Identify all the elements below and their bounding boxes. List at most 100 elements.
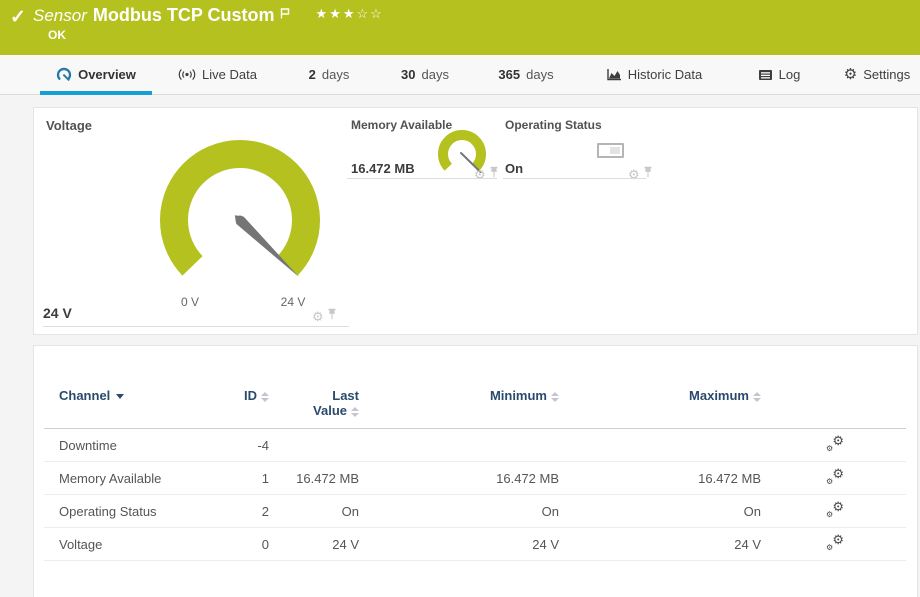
tab-log-label: Log — [779, 67, 801, 82]
channel-maximum: 24 V — [559, 528, 761, 561]
memory-block-underline — [347, 178, 497, 179]
table-row-memory-available[interactable]: Memory Available 1 16.472 MB 16.472 MB 1… — [44, 462, 906, 495]
tab-settings[interactable]: ⚙ Settings — [841, 55, 913, 94]
sensor-title-row: Sensor Modbus TCP Custom ★★★☆☆ — [33, 5, 384, 26]
voltage-gauge-title: Voltage — [46, 118, 92, 133]
channel-table: Channel ID LastValue Minimum Maximum Dow… — [44, 382, 906, 561]
tab-2-days[interactable]: 2 days — [300, 55, 358, 94]
memory-gauge-tools: ⚙ — [474, 165, 499, 183]
tab-live-data[interactable]: Live Data — [170, 55, 265, 94]
voltage-gauge — [155, 135, 325, 287]
tab-2-days-unit: days — [322, 67, 349, 82]
col-header-last-value[interactable]: LastValue — [269, 382, 359, 429]
pin-icon[interactable] — [327, 307, 337, 325]
area-chart-icon — [606, 68, 622, 81]
channel-minimum: 16.472 MB — [359, 462, 559, 495]
tab-historic-data-label: Historic Data — [628, 67, 702, 82]
gear-icon: ⚙ — [844, 67, 857, 82]
sensor-status-text: OK — [48, 28, 66, 42]
channel-actions-cell: ⚙⚙ — [761, 462, 906, 495]
channel-settings-gears-icon[interactable]: ⚙⚙ — [826, 436, 844, 452]
channel-id: 0 — [209, 528, 269, 561]
operating-status-toggle — [597, 143, 624, 158]
gauge-settings-gear-icon[interactable]: ⚙ — [312, 310, 324, 323]
tab-settings-label: Settings — [863, 67, 910, 82]
channel-id: -4 — [209, 429, 269, 462]
channel-name[interactable]: Voltage — [44, 528, 209, 561]
voltage-block-underline — [43, 326, 349, 327]
col-header-channel[interactable]: Channel — [44, 382, 209, 429]
col-header-actions — [761, 382, 906, 429]
tab-historic-data[interactable]: Historic Data — [598, 55, 710, 94]
col-header-minimum[interactable]: Minimum — [359, 382, 559, 429]
status-ok-check-icon: ✓ — [10, 6, 26, 29]
channel-id: 2 — [209, 495, 269, 528]
broadcast-icon — [178, 68, 196, 81]
operating-gauge-tools: ⚙ — [628, 165, 653, 183]
sensor-title: Modbus TCP Custom — [93, 5, 275, 25]
col-header-maximum[interactable]: Maximum — [559, 382, 761, 429]
sort-toggle-icon — [261, 392, 269, 402]
channel-last-value: 24 V — [269, 528, 359, 561]
pin-icon[interactable] — [489, 165, 499, 183]
sort-toggle-icon — [753, 392, 761, 402]
channel-last-value — [269, 429, 359, 462]
channel-table-header-row: Channel ID LastValue Minimum Maximum — [44, 382, 906, 429]
memory-current-value: 16.472 MB — [351, 161, 415, 176]
channel-maximum: On — [559, 495, 761, 528]
gauge-icon — [56, 67, 72, 83]
tab-overview-label: Overview — [78, 67, 136, 82]
table-row-downtime[interactable]: Downtime -4 ⚙⚙ — [44, 429, 906, 462]
tab-overview[interactable]: Overview — [40, 55, 152, 94]
channel-table-panel: Channel ID LastValue Minimum Maximum Dow… — [33, 345, 918, 597]
channel-minimum: 24 V — [359, 528, 559, 561]
voltage-gauge-tools: ⚙ — [312, 307, 337, 325]
channel-settings-gears-icon[interactable]: ⚙⚙ — [826, 502, 844, 518]
channel-name[interactable]: Memory Available — [44, 462, 209, 495]
channel-actions-cell: ⚙⚙ — [761, 495, 906, 528]
tab-30-days-unit: days — [422, 67, 449, 82]
favorite-flag-icon[interactable] — [280, 6, 290, 24]
channel-minimum: On — [359, 495, 559, 528]
toggle-knob — [610, 147, 620, 154]
tab-30-days[interactable]: 30 days — [393, 55, 457, 94]
operating-status-title: Operating Status — [505, 118, 602, 132]
tab-365-days-unit: days — [526, 67, 553, 82]
tab-30-days-number: 30 — [401, 67, 415, 82]
channel-maximum — [559, 429, 761, 462]
sensor-status-header: ✓ Sensor Modbus TCP Custom ★★★☆☆ OK — [0, 0, 920, 55]
channel-maximum: 16.472 MB — [559, 462, 761, 495]
tab-log[interactable]: Log — [748, 55, 810, 94]
channel-name[interactable]: Operating Status — [44, 495, 209, 528]
channel-settings-gears-icon[interactable]: ⚙⚙ — [826, 535, 844, 551]
tab-2-days-number: 2 — [309, 67, 316, 82]
tab-365-days[interactable]: 365 days — [490, 55, 562, 94]
operating-block-underline — [503, 178, 646, 179]
log-list-icon — [758, 69, 773, 81]
pin-icon[interactable] — [643, 165, 653, 183]
priority-stars[interactable]: ★★★☆☆ — [316, 6, 384, 22]
channel-minimum — [359, 429, 559, 462]
table-row-voltage[interactable]: Voltage 0 24 V 24 V 24 V ⚙⚙ — [44, 528, 906, 561]
sort-descending-icon — [116, 394, 124, 399]
voltage-gauge-max-label: 24 V — [271, 295, 315, 309]
col-header-id[interactable]: ID — [209, 382, 269, 429]
channel-last-value: On — [269, 495, 359, 528]
voltage-gauge-min-label: 0 V — [168, 295, 212, 309]
object-kind-label: Sensor — [33, 6, 87, 25]
sort-toggle-icon — [351, 407, 359, 417]
channel-actions-cell: ⚙⚙ — [761, 429, 906, 462]
gauges-panel: Voltage 0 V 24 V 24 V ⚙ Memory Available… — [33, 107, 918, 335]
operating-current-value: On — [505, 161, 523, 176]
channel-last-value: 16.472 MB — [269, 462, 359, 495]
channel-actions-cell: ⚙⚙ — [761, 528, 906, 561]
channel-name[interactable]: Downtime — [44, 429, 209, 462]
table-row-operating-status[interactable]: Operating Status 2 On On On ⚙⚙ — [44, 495, 906, 528]
tab-365-days-number: 365 — [498, 67, 520, 82]
tab-live-data-label: Live Data — [202, 67, 257, 82]
channel-id: 1 — [209, 462, 269, 495]
tab-bar: Overview Live Data 2 days 30 days 365 da… — [0, 55, 920, 95]
channel-settings-gears-icon[interactable]: ⚙⚙ — [826, 469, 844, 485]
voltage-current-value: 24 V — [43, 305, 72, 321]
sort-toggle-icon — [551, 392, 559, 402]
